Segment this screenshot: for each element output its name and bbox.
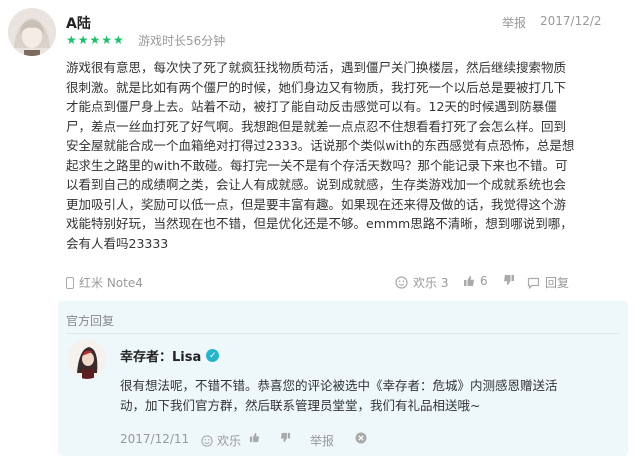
official-fun-button[interactable]: 欢乐	[201, 432, 241, 449]
divider	[66, 333, 620, 334]
phone-icon	[66, 276, 74, 289]
official-reply-date: 2017/12/11	[120, 432, 190, 446]
delete-icon	[355, 432, 367, 444]
review-date: 2017/12/2	[540, 14, 602, 28]
official-report-link[interactable]: 举报	[310, 432, 334, 449]
rating-stars: ★★★★★	[66, 33, 125, 47]
report-link[interactable]: 举报	[502, 14, 526, 31]
comment-icon	[527, 277, 540, 289]
review-card: A陆 ★★★★★ 游戏时长56分钟 举报 2017/12/2 游戏很有意思，每次…	[0, 0, 635, 462]
thumbs-down-icon	[503, 274, 515, 286]
fun-label: 欢乐 3	[413, 276, 449, 290]
fun-button[interactable]: 欢乐 3	[395, 274, 448, 291]
official-reply-title: 官方回复	[66, 314, 115, 328]
playtime-label: 游戏时长56分钟	[138, 34, 226, 48]
smile-icon	[201, 434, 213, 447]
official-dislike-button[interactable]	[280, 432, 291, 443]
like-count: 6	[480, 274, 488, 288]
like-button[interactable]: 6	[463, 274, 488, 288]
developer-avatar[interactable]	[67, 339, 107, 379]
official-like-button[interactable]	[249, 432, 260, 443]
thumbs-down-icon	[280, 432, 291, 443]
official-fun-label: 欢乐	[217, 434, 242, 448]
developer-name-label: 幸存者：Lisa	[120, 350, 202, 365]
avatar[interactable]	[8, 8, 56, 56]
thumbs-up-icon	[463, 275, 475, 287]
thumbs-up-icon	[249, 432, 260, 443]
review-text: 游戏很有意思，每次快了死了就疯狂找物质苟活，遇到僵尸关门换楼层，然后继续搜索物质…	[66, 60, 575, 251]
developer-name[interactable]: 幸存者：Lisa ✓	[120, 346, 220, 365]
official-reply-box: 官方回复 幸存者：Lisa ✓ 很有想法呢，不错不错。恭喜您的评论被选中《幸存者…	[58, 301, 628, 456]
delete-button[interactable]	[355, 432, 367, 444]
reply-label: 回复	[545, 276, 570, 290]
verified-icon: ✓	[206, 349, 220, 362]
user-name[interactable]: A陆	[66, 13, 91, 33]
official-reply-text: 很有想法呢，不错不错。恭喜您的评论被选中《幸存者：危城》内测感恩赠送活 动，加下…	[120, 378, 558, 413]
reply-button[interactable]: 回复	[527, 274, 569, 291]
dislike-button[interactable]	[503, 274, 515, 286]
device-label: 红米 Note4	[79, 276, 143, 290]
device-info: 红米 Note4	[66, 274, 143, 291]
smile-icon	[395, 276, 408, 289]
